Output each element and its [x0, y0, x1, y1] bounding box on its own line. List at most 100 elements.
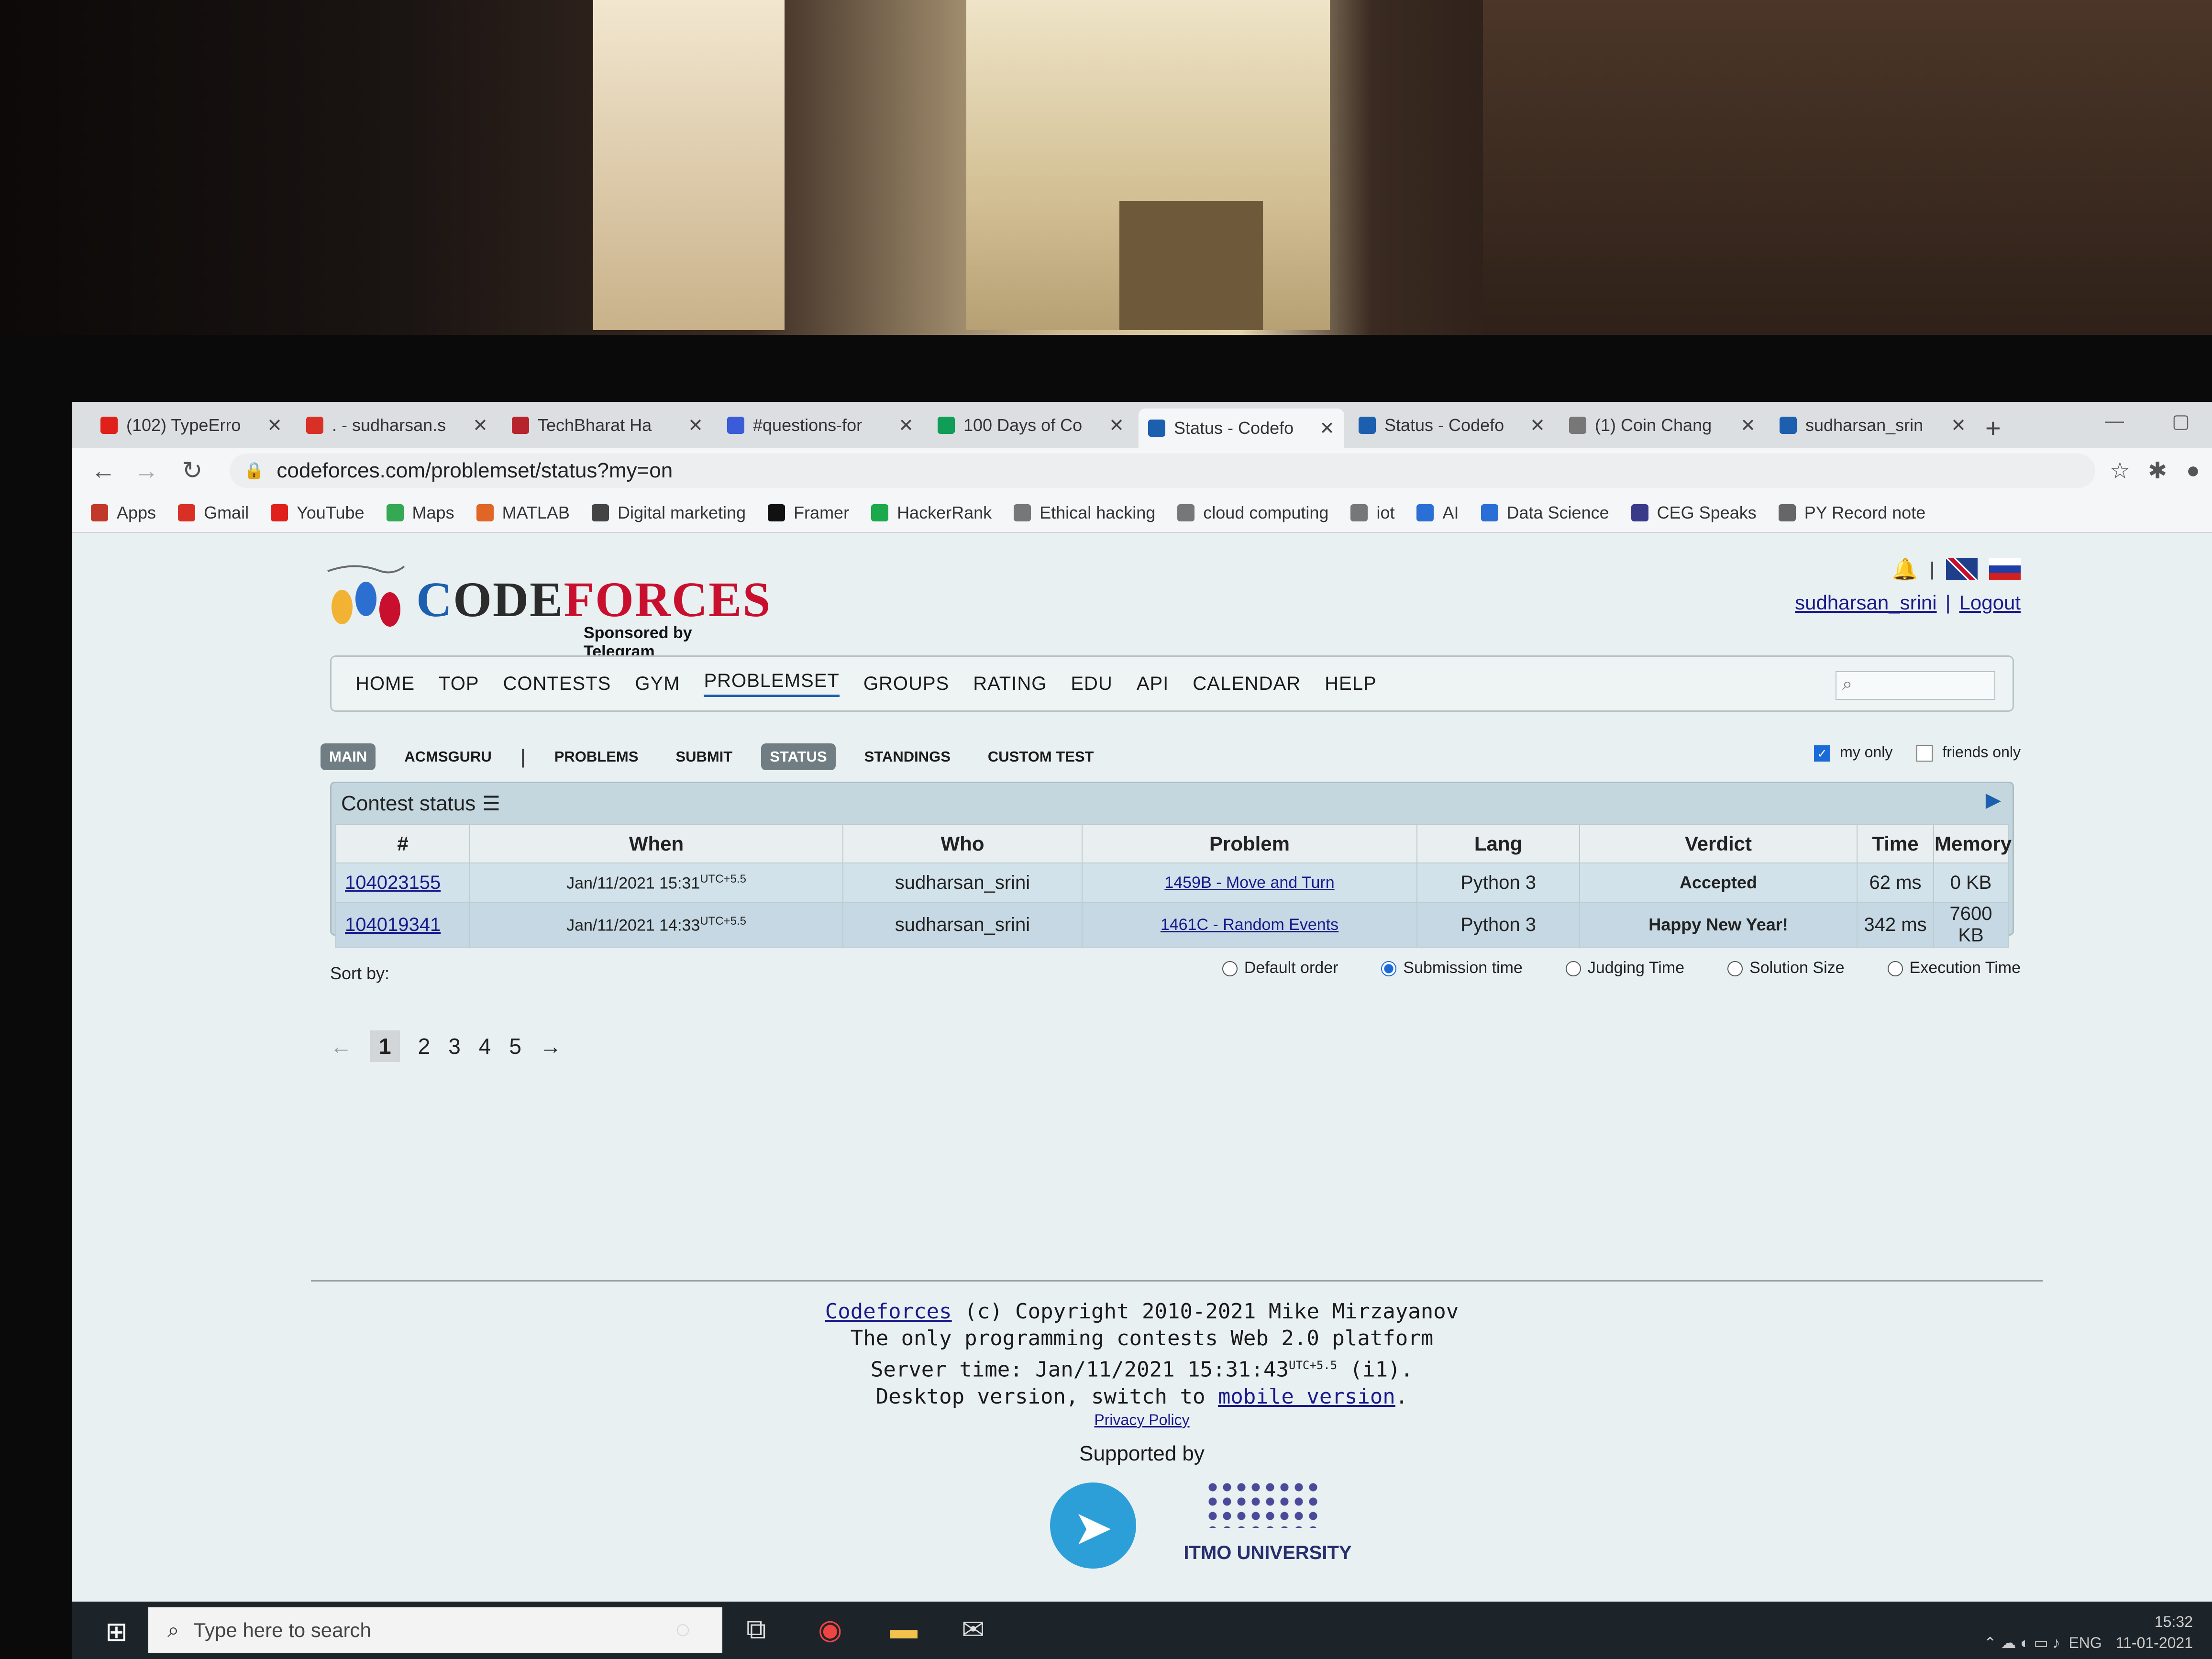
- submenu-item-custom-test[interactable]: CUSTOM TEST: [979, 743, 1103, 770]
- close-icon[interactable]: ✕: [898, 415, 914, 436]
- extensions-icon[interactable]: ✱: [2148, 457, 2167, 484]
- browser-tab[interactable]: (1) Coin Chang ✕: [1559, 409, 1765, 442]
- bookmark-item[interactable]: AI: [1416, 503, 1459, 523]
- codeforces-link[interactable]: Codeforces: [825, 1299, 952, 1324]
- problem-link[interactable]: 1461C - Random Events: [1161, 916, 1338, 934]
- sort-option-radio[interactable]: Default order: [1222, 959, 1338, 977]
- browser-tab-active[interactable]: Status - Codefo ✕: [1139, 409, 1344, 448]
- submenu-item-main[interactable]: MAIN: [321, 743, 376, 770]
- bookmark-item[interactable]: Data Science: [1481, 503, 1609, 523]
- windows-start-icon[interactable]: ⊞: [105, 1616, 128, 1648]
- chrome-icon[interactable]: ◉: [818, 1613, 842, 1646]
- bookmark-item[interactable]: CEG Speaks: [1631, 503, 1757, 523]
- task-view-icon[interactable]: ⧉: [746, 1613, 766, 1646]
- search-input[interactable]: ⌕: [1836, 671, 1995, 700]
- submenu-item-acmsguru[interactable]: ACMSGURU: [396, 743, 500, 770]
- browser-tab[interactable]: Status - Codefo ✕: [1349, 409, 1555, 442]
- bookmark-item[interactable]: Apps: [91, 503, 156, 523]
- menu-item-edu[interactable]: EDU: [1071, 673, 1112, 695]
- bookmark-item[interactable]: MATLAB: [476, 503, 570, 523]
- menu-item-api[interactable]: API: [1137, 673, 1169, 695]
- minimize-icon[interactable]: —: [2105, 410, 2124, 432]
- file-explorer-icon[interactable]: ▬: [890, 1613, 918, 1645]
- bookmark-item[interactable]: Framer: [768, 503, 849, 523]
- codeforces-logo[interactable]: CODEFORCES Sponsored by Telegram: [325, 552, 770, 661]
- who-cell[interactable]: sudharsan_srini: [842, 863, 1083, 903]
- mobile-version-link[interactable]: mobile version: [1218, 1384, 1395, 1409]
- bookmark-item[interactable]: Maps: [386, 503, 454, 523]
- bookmark-item[interactable]: YouTube: [271, 503, 365, 523]
- sort-option-radio[interactable]: Judging Time: [1565, 959, 1684, 977]
- page-number[interactable]: 3: [448, 1033, 461, 1059]
- who-cell[interactable]: sudharsan_srini: [842, 902, 1083, 948]
- close-icon[interactable]: ✕: [267, 415, 282, 436]
- mail-icon[interactable]: ✉: [962, 1613, 985, 1646]
- bell-icon[interactable]: 🔔: [1892, 557, 1918, 582]
- prev-page-arrow[interactable]: ←: [330, 1033, 352, 1059]
- sort-option-radio[interactable]: Solution Size: [1727, 959, 1845, 977]
- page-number[interactable]: 2: [418, 1033, 431, 1059]
- bookmark-item[interactable]: Digital marketing: [591, 503, 746, 523]
- list-icon[interactable]: ☰: [482, 792, 500, 815]
- address-bar[interactable]: 🔒 codeforces.com/problemset/status?my=on: [230, 453, 2095, 488]
- browser-tab[interactable]: #questions-for ✕: [718, 409, 923, 442]
- close-icon[interactable]: ✕: [1951, 415, 1966, 436]
- new-tab-button[interactable]: +: [1985, 412, 2001, 443]
- close-icon[interactable]: ✕: [473, 415, 488, 436]
- reload-icon[interactable]: ↻: [182, 456, 203, 485]
- close-icon[interactable]: ✕: [1740, 415, 1756, 436]
- browser-tab[interactable]: (102) TypeErro ✕: [91, 409, 292, 442]
- problem-link[interactable]: 1459B - Move and Turn: [1164, 874, 1334, 892]
- close-icon[interactable]: ✕: [1109, 415, 1124, 436]
- next-page-arrow[interactable]: →: [540, 1033, 562, 1059]
- bookmark-item[interactable]: iot: [1350, 503, 1394, 523]
- taskbar-search-input[interactable]: ⌕ Type here to search: [148, 1607, 722, 1653]
- page-number[interactable]: 5: [509, 1033, 521, 1059]
- browser-tab[interactable]: TechBharat Ha ✕: [502, 409, 713, 442]
- sort-option-radio[interactable]: Execution Time: [1887, 959, 2021, 977]
- menu-item-gym[interactable]: GYM: [635, 673, 680, 695]
- russia-flag-icon[interactable]: [1989, 558, 2021, 580]
- star-icon[interactable]: ☆: [2110, 457, 2130, 484]
- language-indicator[interactable]: ENG: [2068, 1634, 2101, 1651]
- friends-only-checkbox[interactable]: friends only: [1916, 743, 2021, 762]
- menu-item-top[interactable]: TOP: [439, 673, 479, 695]
- uk-flag-icon[interactable]: [1946, 558, 1978, 580]
- tray-icons[interactable]: ⌃ ☁ ◐ ▭ ♪: [1984, 1634, 2060, 1651]
- bookmark-item[interactable]: PY Record note: [1778, 503, 1925, 523]
- bookmark-item[interactable]: cloud computing: [1177, 503, 1328, 523]
- bookmark-item[interactable]: Gmail: [178, 503, 249, 523]
- submenu-item-status[interactable]: STATUS: [761, 743, 836, 770]
- menu-item-home[interactable]: HOME: [355, 673, 415, 695]
- close-icon[interactable]: ✕: [688, 415, 703, 436]
- close-icon[interactable]: ✕: [1319, 418, 1335, 439]
- menu-item-contests[interactable]: CONTESTS: [503, 673, 611, 695]
- menu-item-calendar[interactable]: CALENDAR: [1193, 673, 1301, 695]
- menu-item-problemset[interactable]: PROBLEMSET: [704, 670, 840, 697]
- bookmark-item[interactable]: Ethical hacking: [1014, 503, 1155, 523]
- privacy-policy-link[interactable]: Privacy Policy: [1094, 1411, 1189, 1428]
- my-only-checkbox[interactable]: ✓ my only: [1814, 743, 1892, 762]
- bookmark-item[interactable]: HackerRank: [871, 503, 992, 523]
- logout-link[interactable]: Logout: [1959, 591, 2021, 614]
- menu-item-rating[interactable]: RATING: [973, 673, 1047, 695]
- cortana-icon[interactable]: ○: [675, 1613, 691, 1645]
- profile-avatar-icon[interactable]: ●: [2186, 457, 2200, 484]
- submission-id-link[interactable]: 104023155: [345, 872, 441, 893]
- forward-icon[interactable]: →: [134, 456, 159, 485]
- username-link[interactable]: sudharsan_srini: [1795, 591, 1937, 614]
- menu-item-help[interactable]: HELP: [1325, 673, 1377, 695]
- submenu-item-submit[interactable]: SUBMIT: [667, 743, 741, 770]
- itmo-logo[interactable]: ITMO UNIVERSITY: [1177, 1480, 1359, 1571]
- submenu-item-problems[interactable]: PROBLEMS: [546, 743, 647, 770]
- browser-tab[interactable]: 100 Days of Co ✕: [928, 409, 1134, 442]
- back-icon[interactable]: ←: [91, 456, 116, 485]
- page-number[interactable]: 1: [370, 1030, 400, 1062]
- toggle-arrow-icon[interactable]: ▶: [1986, 788, 2001, 811]
- sort-option-radio[interactable]: Submission time: [1381, 959, 1523, 977]
- submission-id-link[interactable]: 104019341: [345, 914, 441, 935]
- submenu-item-standings[interactable]: STANDINGS: [856, 743, 959, 770]
- browser-tab[interactable]: . - sudharsan.s ✕: [297, 409, 498, 442]
- close-icon[interactable]: ✕: [1530, 415, 1545, 436]
- menu-item-groups[interactable]: GROUPS: [863, 673, 949, 695]
